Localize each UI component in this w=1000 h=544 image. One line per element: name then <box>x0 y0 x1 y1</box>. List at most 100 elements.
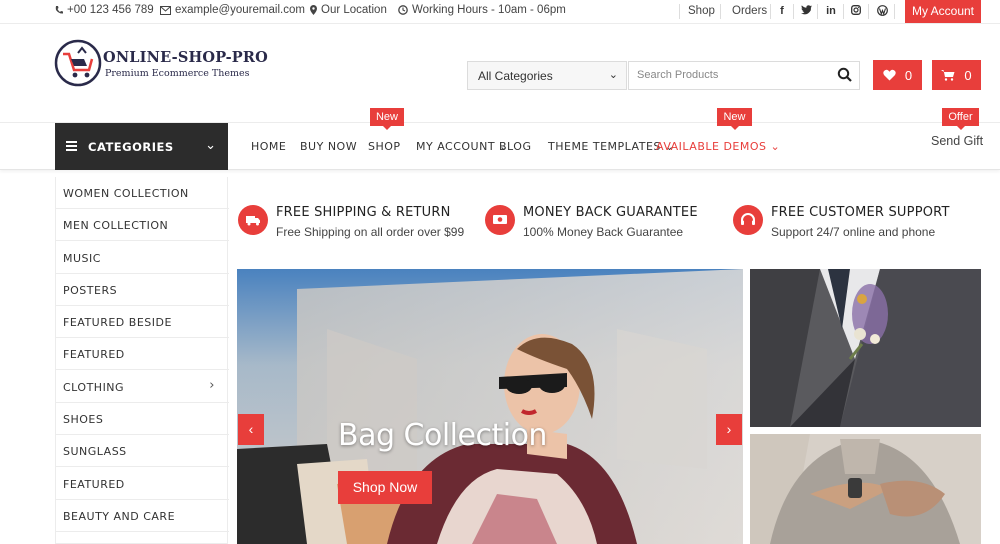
sidebar-item-posters[interactable]: POSTERS <box>56 274 229 306</box>
nav-buy-now[interactable]: BUY NOW <box>300 140 357 153</box>
sidebar-item-label: POSTERS <box>63 284 118 297</box>
hero-slider[interactable] <box>237 269 743 544</box>
category-sidebar: WOMEN COLLECTION MEN COLLECTION MUSIC PO… <box>55 177 229 544</box>
phone-number: +00 123 456 789 <box>67 4 154 16</box>
feature-money-back: MONEY BACK GUARANTEE 100% Money Back Gua… <box>485 203 725 239</box>
sidebar-item-women-collection[interactable]: WOMEN COLLECTION <box>56 177 229 209</box>
sidebar-item-men-collection[interactable]: MEN COLLECTION <box>56 209 229 241</box>
divider <box>817 4 818 19</box>
sidebar-item-label: SHOES <box>63 413 104 426</box>
hero-slide-image <box>237 269 743 544</box>
divider <box>793 4 794 19</box>
sidebar-item-label: SUNGLASS <box>63 445 127 458</box>
category-select[interactable]: All Categories ⌄ <box>467 61 627 90</box>
divider <box>868 4 869 19</box>
cart-icon <box>941 70 955 81</box>
map-marker-icon <box>310 5 317 15</box>
new-badge: New <box>370 108 404 130</box>
categories-toggle[interactable]: CATEGORIES ⌄ <box>55 123 228 170</box>
feature-subtitle: Support 24/7 online and phone <box>771 225 936 239</box>
menu-icon <box>66 141 77 151</box>
cart-button[interactable]: 0 <box>932 60 981 90</box>
location-info[interactable]: Our Location <box>310 4 387 16</box>
logo-subtitle: Premium Ecommerce Themes <box>105 68 250 79</box>
top-bar: +00 123 456 789 example@youremail.com Ou… <box>0 0 1000 24</box>
headset-icon <box>733 205 763 235</box>
slider-next-button[interactable]: › <box>716 414 742 445</box>
chevron-down-icon: ⌄ <box>770 140 781 153</box>
location-text: Our Location <box>321 4 387 16</box>
search-input[interactable]: Search Products <box>628 61 860 90</box>
orders-link[interactable]: Orders <box>732 5 767 17</box>
promo-image-suit[interactable] <box>750 269 981 427</box>
feature-customer-support: FREE CUSTOMER SUPPORT Support 24/7 onlin… <box>733 203 973 239</box>
feature-title: FREE SHIPPING & RETURN <box>276 205 451 220</box>
shop-now-button[interactable]: Shop Now <box>338 471 432 504</box>
divider <box>843 4 844 19</box>
sidebar-item-featured-beside[interactable]: FEATURED BESIDE <box>56 306 229 338</box>
feature-title: MONEY BACK GUARANTEE <box>523 205 698 220</box>
nav-available-demos-label: AVAILABLE DEMOS <box>656 140 767 153</box>
heart-icon <box>883 69 896 81</box>
phone-icon <box>55 6 63 14</box>
email-address: example@youremail.com <box>175 4 305 16</box>
facebook-icon[interactable]: f <box>775 5 789 17</box>
search-placeholder: Search Products <box>637 69 719 81</box>
phone-info: +00 123 456 789 <box>55 4 154 16</box>
nav-home[interactable]: HOME <box>251 140 286 153</box>
money-icon <box>485 205 515 235</box>
nav-my-account[interactable]: MY ACCOUNT ⌄ <box>416 140 509 153</box>
shop-link[interactable]: Shop <box>688 5 715 17</box>
wishlist-count: 0 <box>904 67 913 83</box>
slider-prev-button[interactable]: ‹ <box>238 414 264 445</box>
wishlist-button[interactable]: 0 <box>873 60 922 90</box>
divider <box>720 4 721 19</box>
send-gift-link[interactable]: Send Gift <box>931 134 983 148</box>
chevron-down-icon: ⌄ <box>205 137 216 152</box>
site-logo[interactable]: ONLINE-SHOP-PRO Premium Ecommerce Themes <box>54 39 268 87</box>
sidebar-item-label: WOMEN COLLECTION <box>63 187 189 200</box>
feature-subtitle: Free Shipping on all order over $99 <box>276 225 465 239</box>
sidebar-item-label: FEATURED BESIDE <box>63 316 172 329</box>
sidebar-item-shoes[interactable]: SHOES <box>56 403 229 435</box>
search-icon[interactable] <box>837 67 853 83</box>
sidebar-item-label: CLOTHING <box>63 381 125 394</box>
cart-count: 0 <box>964 67 972 83</box>
linkedin-icon[interactable]: in <box>824 5 838 17</box>
sidebar-item-label: FEATURED <box>63 348 125 361</box>
sidebar-item-featured-2[interactable]: FEATURED <box>56 468 229 500</box>
nav-blog[interactable]: BLOG <box>499 140 531 153</box>
sidebar-item-featured[interactable]: FEATURED <box>56 338 229 370</box>
promo-image-watch[interactable] <box>750 434 981 544</box>
sidebar-item-beauty-and-care[interactable]: BEAUTY AND CARE <box>56 500 229 532</box>
divider <box>894 4 895 19</box>
hours-text: Working Hours - 10am - 06pm <box>412 4 566 16</box>
nav-available-demos[interactable]: AVAILABLE DEMOS ⌄ <box>656 140 780 153</box>
category-select-value: All Categories <box>478 69 553 83</box>
my-account-button[interactable]: My Account <box>905 0 981 23</box>
feature-free-shipping: FREE SHIPPING & RETURN Free Shipping on … <box>238 203 478 239</box>
chevron-down-icon: ⌄ <box>608 69 618 81</box>
divider <box>679 4 680 19</box>
new-badge: New <box>717 108 752 130</box>
sidebar-item-clothing[interactable]: CLOTHING › <box>56 371 229 403</box>
sidebar-item-label: FEATURED <box>63 478 125 491</box>
nav-theme-templates-label: THEME TEMPLATES <box>548 140 661 153</box>
wordpress-icon[interactable] <box>875 5 889 19</box>
offer-badge: Offer <box>942 108 979 130</box>
categories-label: CATEGORIES <box>88 140 174 154</box>
sidebar-item-sunglass[interactable]: SUNGLASS <box>56 435 229 467</box>
slide-title: Bag Collection <box>338 418 547 453</box>
logo-title: ONLINE-SHOP-PRO <box>103 49 268 66</box>
twitter-icon[interactable] <box>799 5 813 18</box>
hours-info: Working Hours - 10am - 06pm <box>398 4 566 16</box>
sidebar-item-music[interactable]: MUSIC <box>56 242 229 274</box>
cart-logo-icon <box>54 39 102 87</box>
feature-title: FREE CUSTOMER SUPPORT <box>771 205 950 220</box>
sidebar-item-label: MEN COLLECTION <box>63 219 169 232</box>
divider <box>770 4 771 19</box>
nav-shop[interactable]: SHOP <box>368 140 401 153</box>
clock-icon <box>398 5 408 15</box>
email-info[interactable]: example@youremail.com <box>160 4 305 16</box>
instagram-icon[interactable] <box>849 5 863 18</box>
